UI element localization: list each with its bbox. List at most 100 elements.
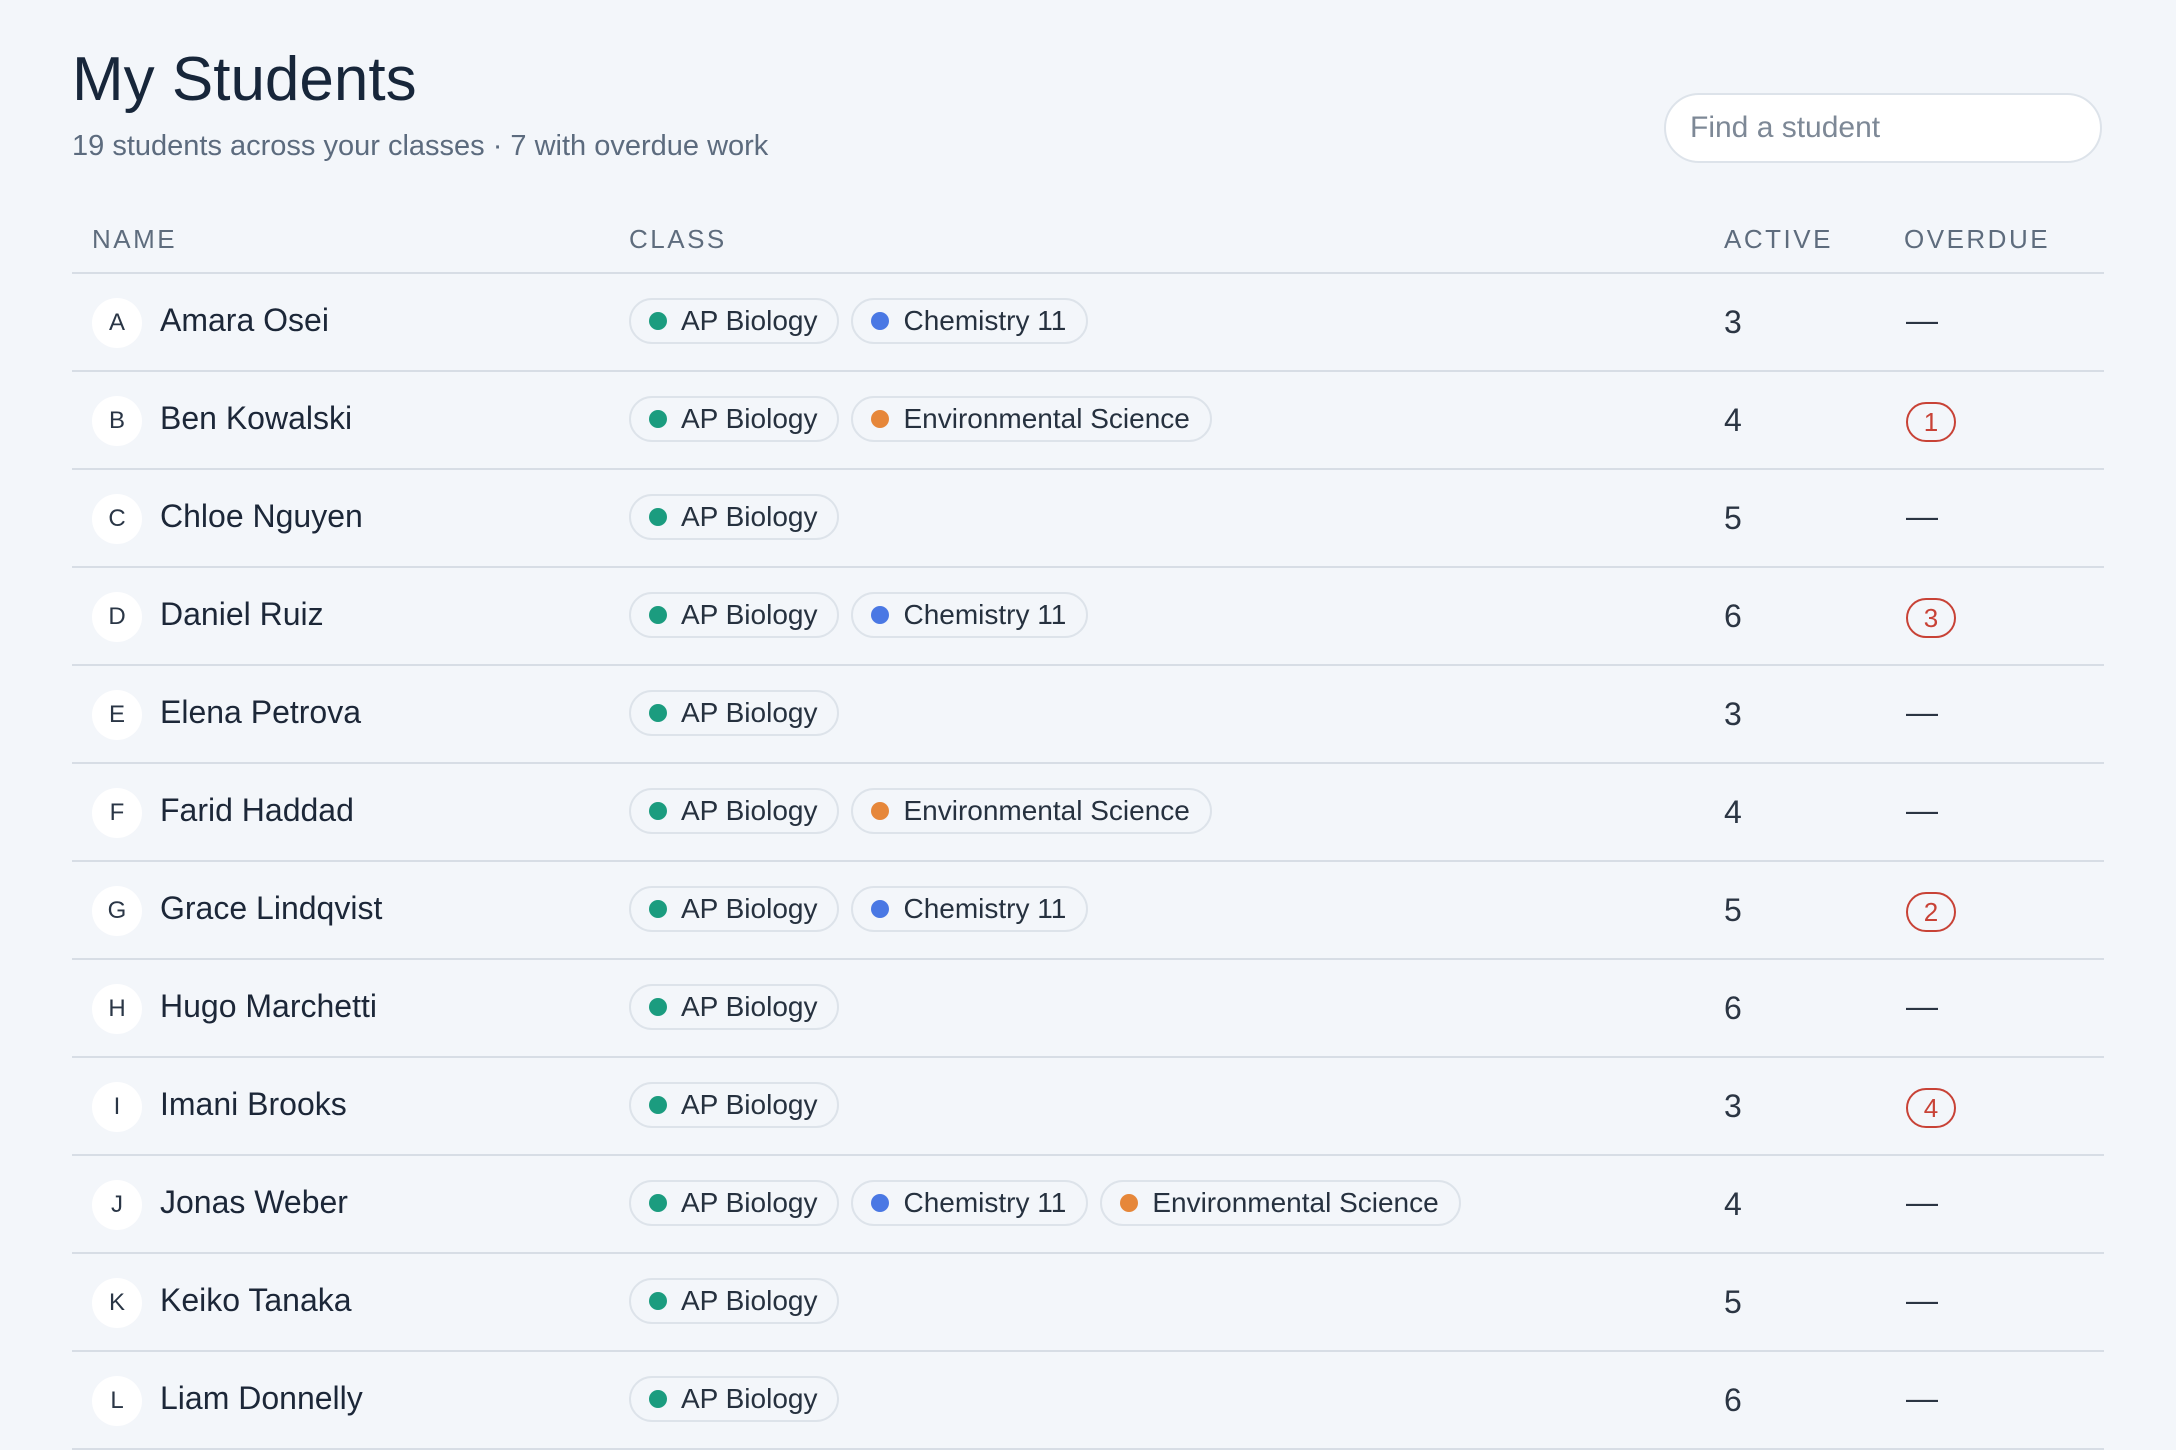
- student-name[interactable]: Jonas Weber: [160, 1182, 348, 1222]
- class-chip[interactable]: AP Biology: [629, 494, 840, 540]
- class-chip-label: AP Biology: [681, 1089, 818, 1120]
- table-body: A Amara Osei AP Biology Chemistry 11 3 — B Ben …: [72, 274, 2104, 1450]
- column-header-active[interactable]: ACTIVE: [1724, 224, 1833, 255]
- active-count: 4: [1724, 402, 1742, 438]
- overdue-none: —: [1906, 302, 1938, 338]
- class-color-dot-icon: [1120, 1194, 1139, 1212]
- avatar: J: [92, 1180, 142, 1230]
- class-chip-label: AP Biology: [681, 1383, 818, 1414]
- overdue-badge[interactable]: 2: [1906, 892, 1956, 932]
- table-row[interactable]: F Farid Haddad AP Biology Environmental Sci…: [72, 764, 2104, 862]
- table-row[interactable]: C Chloe Nguyen AP Biology 5 —: [72, 470, 2104, 568]
- table-row[interactable]: G Grace Lindqvist AP Biology Chemistry 11 5 2: [72, 862, 2104, 960]
- class-chip-label: AP Biology: [681, 403, 818, 434]
- avatar: G: [92, 886, 142, 936]
- class-color-dot-icon: [649, 900, 667, 918]
- table-row[interactable]: I Imani Brooks AP Biology 3 4: [72, 1058, 2104, 1156]
- overdue-none: —: [1906, 1380, 1938, 1416]
- table-row[interactable]: B Ben Kowalski AP Biology Environmental Sci…: [72, 372, 2104, 470]
- class-chip[interactable]: AP Biology: [629, 1376, 840, 1422]
- class-chip[interactable]: Environmental Science: [1100, 1180, 1461, 1226]
- table-row[interactable]: J Jonas Weber AP Biology Chemistry 11 Enviro…: [72, 1156, 2104, 1254]
- table-header: NAME CLASS ACTIVE OVERDUE: [72, 218, 2104, 274]
- class-chip[interactable]: Chemistry 11: [851, 592, 1089, 638]
- class-color-dot-icon: [649, 508, 667, 526]
- overdue-badge[interactable]: 1: [1906, 402, 1956, 442]
- class-chip[interactable]: AP Biology: [629, 298, 840, 344]
- table-row[interactable]: D Daniel Ruiz AP Biology Chemistry 11 6 3: [72, 568, 2104, 666]
- avatar: L: [92, 1376, 142, 1426]
- active-count: 5: [1724, 1284, 1742, 1320]
- class-chips: AP Biology Chemistry 11: [629, 298, 1089, 344]
- class-chip[interactable]: AP Biology: [629, 1082, 840, 1128]
- class-chip[interactable]: AP Biology: [629, 1180, 840, 1226]
- class-chip[interactable]: Environmental Science: [851, 396, 1212, 442]
- student-name[interactable]: Grace Lindqvist: [160, 888, 382, 928]
- active-count: 4: [1724, 794, 1742, 830]
- class-chip[interactable]: AP Biology: [629, 690, 840, 736]
- class-chip[interactable]: AP Biology: [629, 396, 840, 442]
- student-name[interactable]: Keiko Tanaka: [160, 1280, 352, 1320]
- class-color-dot-icon: [649, 410, 667, 428]
- overdue-none: —: [1906, 988, 1938, 1024]
- student-name[interactable]: Farid Haddad: [160, 790, 354, 830]
- student-name[interactable]: Ben Kowalski: [160, 398, 352, 438]
- avatar: H: [92, 984, 142, 1034]
- class-color-dot-icon: [649, 1292, 667, 1310]
- class-color-dot-icon: [649, 312, 667, 330]
- avatar: E: [92, 690, 142, 740]
- avatar: C: [92, 494, 142, 544]
- class-chips: AP Biology: [629, 984, 840, 1030]
- student-name[interactable]: Liam Donnelly: [160, 1378, 363, 1418]
- class-chip-label: AP Biology: [681, 305, 818, 336]
- class-chip[interactable]: Chemistry 11: [851, 1180, 1089, 1226]
- class-color-dot-icon: [649, 704, 667, 722]
- class-chips: AP Biology: [629, 1082, 840, 1128]
- class-chips: AP Biology: [629, 690, 840, 736]
- student-name[interactable]: Daniel Ruiz: [160, 594, 324, 634]
- student-name[interactable]: Imani Brooks: [160, 1084, 347, 1124]
- student-name[interactable]: Hugo Marchetti: [160, 986, 377, 1026]
- student-name[interactable]: Elena Petrova: [160, 692, 361, 732]
- overdue-badge[interactable]: 4: [1906, 1088, 1956, 1128]
- class-chip-label: Chemistry 11: [903, 1187, 1067, 1218]
- class-chip-label: Environmental Science: [1152, 1187, 1439, 1218]
- class-chip-label: Chemistry 11: [903, 893, 1067, 924]
- active-count: 6: [1724, 598, 1742, 634]
- class-chip-label: AP Biology: [681, 795, 818, 826]
- column-header-overdue[interactable]: OVERDUE: [1904, 224, 2050, 255]
- class-chip[interactable]: AP Biology: [629, 1278, 840, 1324]
- class-color-dot-icon: [649, 998, 667, 1016]
- class-chip[interactable]: AP Biology: [629, 886, 840, 932]
- class-chip-label: AP Biology: [681, 501, 818, 532]
- student-name[interactable]: Chloe Nguyen: [160, 496, 363, 536]
- table-row[interactable]: L Liam Donnelly AP Biology 6 —: [72, 1352, 2104, 1450]
- overdue-none: —: [1906, 792, 1938, 828]
- active-count: 4: [1724, 1186, 1742, 1222]
- class-chips: AP Biology Chemistry 11 Environmental Scie…: [629, 1180, 1461, 1226]
- class-chip[interactable]: Chemistry 11: [851, 298, 1089, 344]
- students-table: NAME CLASS ACTIVE OVERDUE A Amara Osei AP …: [72, 218, 2104, 1450]
- class-chip-label: Chemistry 11: [903, 305, 1067, 336]
- class-chip-label: Chemistry 11: [903, 599, 1067, 630]
- class-chip-label: AP Biology: [681, 991, 818, 1022]
- active-count: 5: [1724, 892, 1742, 928]
- class-color-dot-icon: [649, 606, 667, 624]
- class-chip[interactable]: Environmental Science: [851, 788, 1212, 834]
- table-row[interactable]: K Keiko Tanaka AP Biology 5 —: [72, 1254, 2104, 1352]
- table-row[interactable]: E Elena Petrova AP Biology 3 —: [72, 666, 2104, 764]
- class-chip[interactable]: AP Biology: [629, 592, 840, 638]
- column-header-class[interactable]: CLASS: [629, 224, 727, 255]
- table-row[interactable]: A Amara Osei AP Biology Chemistry 11 3 —: [72, 274, 2104, 372]
- class-chips: AP Biology Environmental Science: [629, 788, 1212, 834]
- column-header-name[interactable]: NAME: [92, 224, 177, 255]
- table-row[interactable]: H Hugo Marchetti AP Biology 6 —: [72, 960, 2104, 1058]
- class-chip[interactable]: AP Biology: [629, 788, 840, 834]
- overdue-badge[interactable]: 3: [1906, 598, 1956, 638]
- class-color-dot-icon: [871, 802, 890, 820]
- search-input[interactable]: [1664, 93, 2102, 163]
- overdue-none: —: [1906, 694, 1938, 730]
- class-chip[interactable]: AP Biology: [629, 984, 840, 1030]
- class-chip[interactable]: Chemistry 11: [851, 886, 1089, 932]
- student-name[interactable]: Amara Osei: [160, 300, 329, 340]
